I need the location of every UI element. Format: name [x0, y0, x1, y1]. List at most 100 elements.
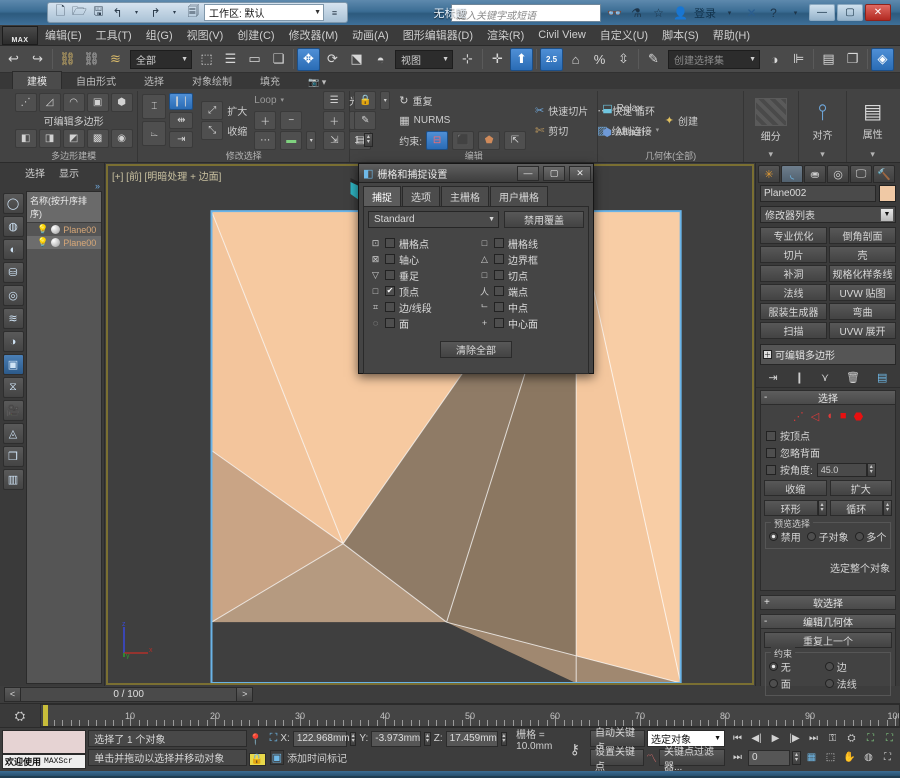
max-logo-icon[interactable]: MAX: [2, 25, 38, 45]
binoculars-icon[interactable]: 👓: [606, 6, 623, 20]
menu-item-7[interactable]: 图形编辑器(D): [396, 25, 480, 45]
menu-item-11[interactable]: 脚本(S): [655, 25, 706, 45]
go-to-start-icon[interactable]: ⏮: [729, 730, 746, 747]
time-configuration-icon[interactable]: ⛭: [843, 730, 860, 747]
zoom-region-icon[interactable]: ▦: [803, 749, 820, 766]
by-vertex-checkbox[interactable]: [766, 430, 776, 441]
new-file-icon[interactable]: 🗋: [52, 4, 69, 21]
scene-explorer-more-icon[interactable]: »: [0, 181, 104, 191]
open-file-icon[interactable]: 🗁: [71, 4, 88, 21]
loop-spinner[interactable]: ▴ ▾: [883, 500, 892, 516]
dialog-tab-用户栅格[interactable]: 用户栅格: [490, 186, 548, 206]
object-name-field[interactable]: Plane002: [760, 185, 876, 202]
by-angle-spinner[interactable]: 45.0 ▴ ▾: [816, 462, 876, 477]
constraint-normal-radio[interactable]: [825, 679, 834, 688]
modifier-button-10[interactable]: 扫描: [760, 322, 827, 339]
scene-list-column-header[interactable]: 名称(按升序排序): [27, 192, 101, 223]
snap-option-row[interactable]: □ 栅格线: [479, 235, 582, 251]
undo-dropdown-icon[interactable]: ▾: [128, 4, 145, 21]
polygon-level-icon[interactable]: ■: [840, 410, 847, 423]
create-tab[interactable]: ✳: [758, 165, 780, 183]
snap-checkbox-栅格点[interactable]: [385, 238, 395, 248]
by-angle-value[interactable]: 45.0: [816, 462, 867, 477]
dot-loop-button[interactable]: ▬: [280, 130, 303, 150]
y-coordinate-field[interactable]: -3.973mm: [371, 730, 422, 747]
use-pivot-point-center-icon[interactable]: ⊹: [456, 48, 479, 71]
ribbon-tab-自由形式[interactable]: 自由形式: [62, 72, 130, 89]
select-and-manipulate-icon[interactable]: ✛: [486, 48, 509, 71]
autodesk-x-icon[interactable]: ✕: [743, 6, 760, 20]
properties-icon[interactable]: ▤: [863, 99, 882, 124]
snap-option-row[interactable]: ⊠ 轴心: [370, 251, 473, 267]
display-helpers-icon[interactable]: ◬: [2, 423, 24, 444]
snap-option-row[interactable]: □ 切点: [479, 267, 582, 283]
constraint-none-button[interactable]: ⊟: [426, 130, 449, 150]
element-subobject-button[interactable]: ⬢: [110, 92, 133, 112]
display-tab[interactable]: 🖵: [850, 165, 872, 183]
select-and-move-icon[interactable]: ✥: [297, 47, 320, 71]
display-spacewarps-icon[interactable]: ❐: [2, 446, 24, 467]
ribbon-tab-选择[interactable]: 选择: [130, 72, 178, 89]
keyboard-shortcut-override-icon[interactable]: ⬆: [510, 47, 533, 71]
lock-dropdown-icon[interactable]: ▾: [380, 90, 391, 110]
modifier-button-1[interactable]: 倒角剖面: [829, 227, 896, 244]
list-item[interactable]: 💡 Plane00: [27, 223, 101, 236]
display-geometry-icon[interactable]: ◑: [2, 331, 24, 352]
align-ribbon-icon[interactable]: ⫯: [818, 99, 828, 125]
expand-arrow-icon[interactable]: ▸: [429, 8, 446, 17]
key-mode-toggle[interactable]: ⚷: [562, 728, 588, 771]
modifier-button-7[interactable]: UVW 贴图: [829, 284, 896, 301]
constraint-none-radio[interactable]: [769, 662, 778, 671]
modifier-button-2[interactable]: 切片: [760, 246, 827, 263]
motion-tab[interactable]: ◎: [827, 165, 849, 183]
pin-stack-status-icon[interactable]: 📍: [249, 733, 266, 746]
shrink-icon[interactable]: ⤡: [201, 120, 224, 140]
vertex-subobject-button[interactable]: ⋰: [14, 92, 37, 112]
close-button[interactable]: ✕: [865, 4, 891, 21]
selection-rollout-header[interactable]: - 选择: [760, 390, 896, 405]
play-animation-icon[interactable]: ▶: [767, 730, 784, 747]
loop-more-icon[interactable]: ▾: [306, 130, 317, 150]
element-level-icon[interactable]: ⬣: [854, 410, 864, 423]
preview-disabled-radio[interactable]: [769, 532, 778, 541]
clear-all-button[interactable]: 清除全部: [440, 341, 512, 358]
unlink-selection-icon[interactable]: ⛓: [80, 48, 103, 71]
remove-modifier-icon[interactable]: 🗑: [846, 371, 860, 384]
dialog-tab-主栅格[interactable]: 主栅格: [441, 186, 489, 206]
select-children-icon[interactable]: ⛁: [2, 262, 24, 283]
make-unique-icon[interactable]: ⋎: [821, 371, 829, 384]
modifier-button-8[interactable]: 服装生成器: [760, 303, 827, 320]
constraint-face-button[interactable]: ⬟: [478, 130, 501, 150]
select-and-place-icon[interactable]: ◓: [369, 48, 392, 71]
snap-checkbox-边/线段[interactable]: [385, 302, 395, 312]
fill-selection-button[interactable]: ⇹: [169, 111, 194, 129]
add-time-tag-icon[interactable]: ▣: [269, 750, 285, 765]
zoom-extents-icon[interactable]: ⛶: [881, 730, 898, 747]
loop-shrink-button[interactable]: −: [280, 110, 303, 130]
key-icon[interactable]: ⚷: [570, 741, 580, 758]
snap-option-row[interactable]: ▽ 垂足: [370, 267, 473, 283]
preview-multiple-radio[interactable]: [854, 532, 864, 541]
undo-button[interactable]: ↩: [2, 48, 25, 71]
snap-checkbox-顶点[interactable]: [385, 286, 395, 296]
ring-grow-button[interactable]: ＋: [323, 110, 346, 130]
x-coordinate-field[interactable]: 122.968mm: [292, 730, 350, 747]
snap-option-row[interactable]: ⌗ 边/线段: [370, 299, 473, 315]
attach-dropdown-icon[interactable]: ▾: [648, 128, 652, 136]
key-mode-toggle-icon[interactable]: ⚿: [824, 730, 841, 747]
z-coordinate-field[interactable]: 17.459mm: [445, 730, 498, 747]
snap-checkbox-栅格线[interactable]: [494, 238, 504, 248]
loop-dropdown-icon[interactable]: ▾: [281, 96, 285, 104]
select-all-icon[interactable]: ◯: [2, 193, 24, 214]
by-angle-row[interactable]: 按角度: 45.0 ▴ ▾: [764, 461, 892, 478]
display-cameras-icon[interactable]: 🎥: [2, 400, 24, 421]
subdivision-expand-icon[interactable]: ▾: [748, 149, 794, 162]
edge-level-icon[interactable]: ◁: [811, 410, 819, 423]
set-key-button[interactable]: 设置关键点: [590, 747, 644, 773]
material-editor-icon[interactable]: ◈: [871, 47, 894, 71]
frame-spinner[interactable]: ▴ ▾: [792, 750, 801, 765]
maximize-button[interactable]: ▢: [837, 4, 863, 21]
menu-item-12[interactable]: 帮助(H): [706, 25, 757, 45]
similar-selection-button[interactable]: ❙❘: [169, 92, 194, 110]
snap-checkbox-垂足[interactable]: [385, 270, 395, 280]
